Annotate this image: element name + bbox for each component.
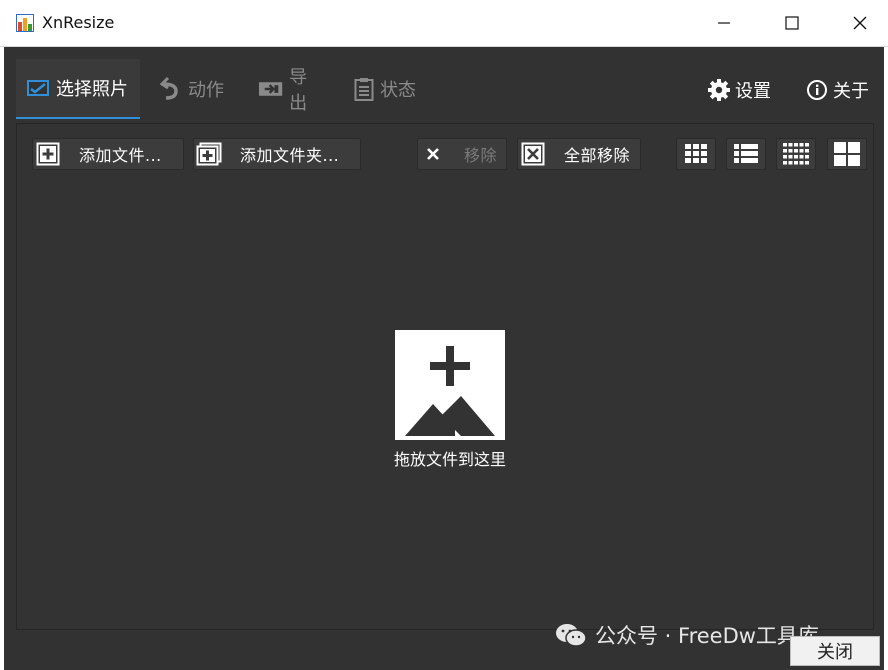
drop-zone[interactable]: [395, 330, 505, 440]
watermark: 公众号 · FreeDw工具库: [555, 620, 819, 650]
drop-zone-label: 拖放文件到这里: [393, 450, 506, 469]
remove-all-button[interactable]: 全部移除: [517, 138, 641, 170]
tab-export[interactable]: 导出: [248, 59, 334, 119]
info-icon: [807, 80, 827, 100]
about-label: 关于: [833, 81, 869, 102]
settings-label: 设置: [735, 81, 771, 102]
export-icon: [258, 82, 283, 96]
tab-label: 状态: [380, 80, 416, 101]
maximize-button[interactable]: [770, 8, 814, 38]
remove-all-icon: [521, 142, 545, 166]
tab-label: 选择照片: [56, 79, 128, 100]
x-icon: [427, 148, 439, 160]
view-large-grid-button[interactable]: [827, 138, 867, 170]
large-grid-icon: [834, 142, 860, 166]
tab-select-photos[interactable]: 选择照片: [16, 59, 140, 119]
add-files-button[interactable]: 添加文件...: [32, 138, 184, 170]
remove-label: 移除: [464, 146, 498, 165]
add-file-icon: [36, 142, 60, 166]
minimize-button[interactable]: [702, 8, 746, 38]
file-list-panel: 添加文件... 添加文件夹... 移除 全部移除 拖放文件到这里: [16, 123, 874, 630]
tab-status[interactable]: 状态: [344, 59, 430, 119]
remove-all-label: 全部移除: [564, 146, 631, 165]
close-button[interactable]: 关闭: [790, 636, 880, 666]
tab-bar: 选择照片 动作 导出 状态 设置 关于: [4, 47, 884, 123]
app-logo-icon: [16, 14, 34, 32]
add-folder-label: 添加文件夹...: [240, 146, 340, 165]
action-icon: [160, 76, 178, 100]
wechat-icon: [556, 624, 587, 647]
view-list-button[interactable]: [726, 138, 766, 170]
add-folder-icon: [196, 142, 222, 166]
add-image-icon: [405, 346, 495, 436]
main-frame: 选择照片 动作 导出 状态 设置 关于 添加文件... 添加文件夹... 移除 …: [4, 47, 884, 670]
close-icon: [853, 16, 867, 30]
view-small-grid-button[interactable]: [776, 138, 816, 170]
clipboard-icon: [354, 78, 374, 101]
small-grid-icon: [783, 143, 809, 165]
maximize-icon: [785, 16, 799, 30]
close-window-button[interactable]: [838, 8, 882, 38]
tab-label: 导出: [289, 67, 308, 114]
add-folder-button[interactable]: 添加文件夹...: [193, 138, 361, 170]
settings-link[interactable]: 设置: [708, 77, 771, 103]
view-thumbnails-button[interactable]: [676, 138, 716, 170]
tab-label: 动作: [188, 80, 224, 101]
grid-icon: [685, 144, 707, 163]
gear-icon: [708, 79, 730, 101]
image-select-icon: [27, 80, 49, 96]
window-title: XnResize: [42, 13, 115, 32]
add-files-label: 添加文件...: [79, 146, 162, 165]
title-bar: XnResize: [0, 0, 888, 47]
watermark-text: 公众号 · FreeDw工具库: [595, 624, 819, 648]
minimize-icon: [718, 22, 730, 24]
list-icon: [734, 144, 758, 163]
about-link[interactable]: 关于: [806, 77, 869, 103]
tab-action[interactable]: 动作: [150, 59, 240, 119]
remove-button[interactable]: 移除: [417, 138, 507, 170]
